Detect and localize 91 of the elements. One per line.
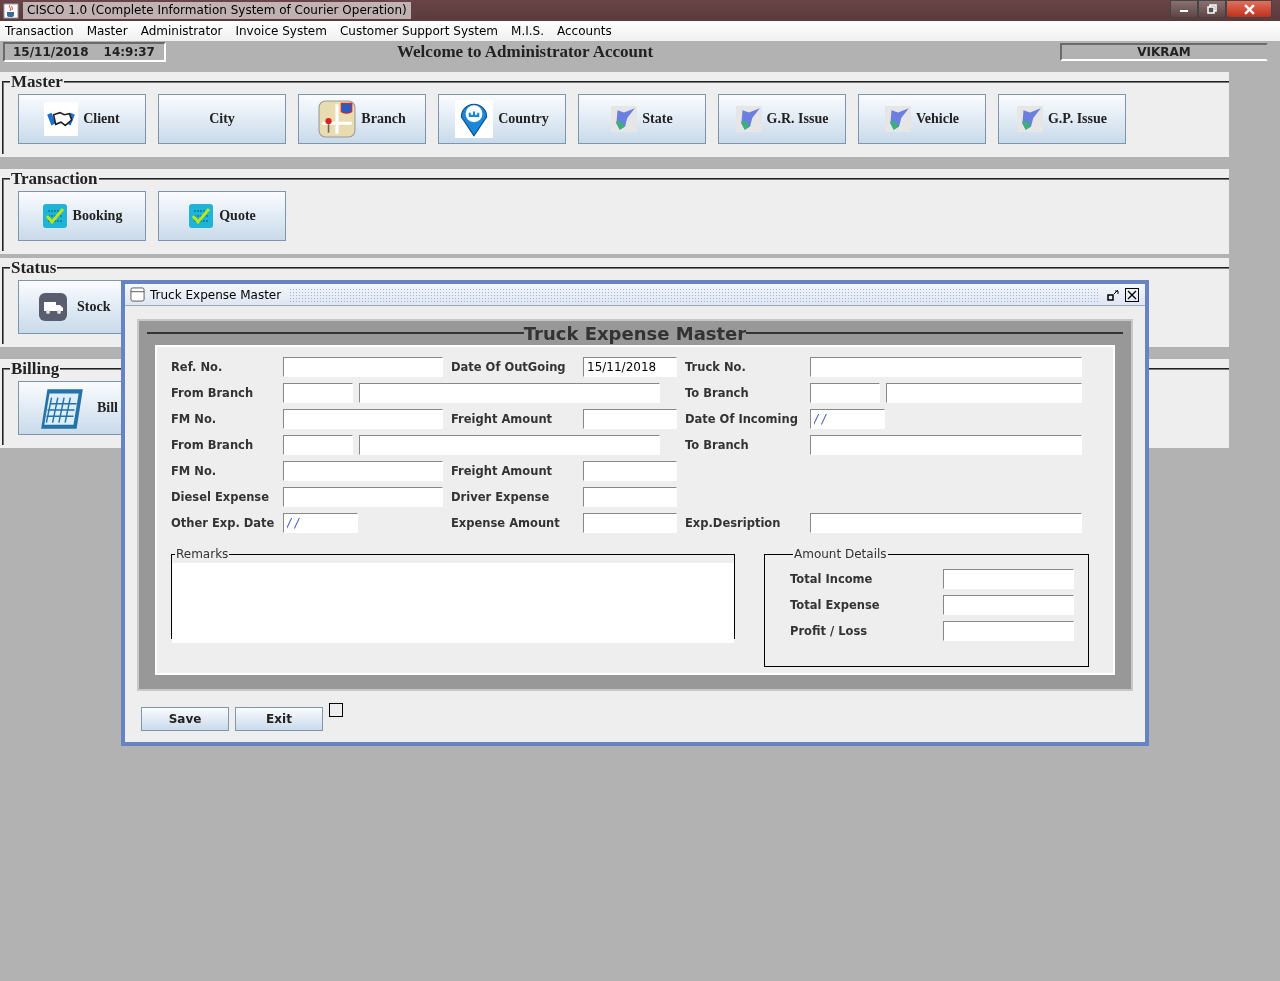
map-region-icon	[735, 106, 762, 132]
group-title: Remarks	[175, 547, 230, 561]
menu-item[interactable]: Accounts	[557, 24, 612, 38]
module-button[interactable]: G.P. Issue	[998, 94, 1126, 144]
field-label: FM No.	[171, 464, 218, 478]
field-label: Other Exp. Date	[171, 516, 276, 530]
input-field[interactable]	[359, 383, 660, 403]
action-button[interactable]: Exit	[235, 707, 323, 731]
field-label: Total Expense	[790, 598, 880, 612]
restore-button[interactable]	[1198, 0, 1226, 18]
coffee-cup-icon	[3, 2, 19, 19]
menu-item[interactable]: M.I.S.	[511, 24, 544, 38]
input-field[interactable]	[359, 435, 660, 455]
group-title: Amount Details	[793, 547, 888, 561]
input-field[interactable]	[583, 487, 677, 507]
minimize-button[interactable]	[1170, 0, 1198, 18]
module-button[interactable]: Branch	[298, 94, 426, 144]
field-label: Expense Amount	[451, 516, 561, 530]
module-button[interactable]: Quote	[158, 191, 286, 241]
field-label: Date Of Incoming	[685, 412, 799, 426]
input-field[interactable]	[283, 409, 443, 429]
restore-icon	[1207, 4, 1217, 14]
input-field[interactable]	[583, 409, 677, 429]
time-text: 14:9:37	[103, 44, 155, 59]
field-label: Ref. No.	[171, 360, 224, 374]
field-label: Profit / Loss	[790, 624, 868, 638]
input-field[interactable]	[943, 569, 1074, 589]
menu-item[interactable]: Customer Support System	[339, 24, 499, 38]
checklist-icon	[41, 203, 68, 229]
close-button[interactable]	[1226, 0, 1272, 18]
map-region-icon	[884, 106, 911, 132]
module-button[interactable]: Country	[438, 94, 566, 144]
field-label: Freight Amount	[451, 464, 554, 478]
section-title: Billing	[10, 359, 61, 379]
input-field[interactable]	[943, 621, 1074, 641]
handshake-icon	[44, 102, 79, 136]
module-button[interactable]: Vehicle	[858, 94, 986, 144]
module-button[interactable]: G.R. Issue	[718, 94, 846, 144]
map-region-icon	[1017, 106, 1043, 132]
field-label: To Branch	[685, 386, 750, 400]
field-label: From Branch	[171, 438, 255, 452]
close-icon	[1125, 287, 1139, 302]
checkbox[interactable]	[329, 703, 343, 717]
input-field[interactable]	[943, 595, 1074, 615]
input-field[interactable]	[810, 383, 880, 403]
input-field[interactable]	[283, 383, 353, 403]
restore-icon	[1107, 288, 1119, 301]
map-region-icon	[611, 106, 638, 132]
input-field[interactable]	[283, 461, 443, 481]
field-label: Diesel Expense	[171, 490, 270, 504]
menu-item[interactable]: Invoice System	[235, 24, 327, 38]
input-field[interactable]	[283, 435, 353, 455]
input-field[interactable]	[583, 461, 677, 481]
input-field[interactable]	[283, 357, 443, 377]
field-label: Freight Amount	[451, 412, 554, 426]
action-button[interactable]: Save	[141, 707, 229, 731]
section-title: Master	[10, 72, 64, 92]
section-title: Transaction	[10, 169, 99, 189]
input-field[interactable]	[283, 487, 443, 507]
checklist-icon	[188, 203, 215, 229]
section-title: Status	[10, 258, 58, 278]
window-icon	[130, 287, 145, 302]
map-icon	[318, 100, 357, 138]
field-label: Driver Expense	[451, 490, 551, 504]
input-field[interactable]	[810, 513, 1082, 533]
module-button[interactable]: Client	[18, 94, 146, 144]
input-field[interactable]	[810, 357, 1082, 377]
input-field[interactable]	[886, 383, 1082, 403]
close-button[interactable]	[1125, 287, 1139, 302]
close-icon	[1243, 3, 1255, 15]
location-pin-icon	[455, 100, 494, 138]
window-title: CISCO 1.0 (Complete Information System of Courier Operation)	[23, 2, 411, 19]
menu-item[interactable]: Master	[86, 24, 128, 38]
input-field[interactable]: 15/11/2018	[583, 357, 677, 377]
date-text: 15/11/2018	[13, 44, 89, 59]
module-button[interactable]: State	[578, 94, 706, 144]
menu-item[interactable]: Transaction	[5, 24, 74, 38]
input-field[interactable]	[583, 513, 677, 533]
welcome-heading: Welcome to Administrator Account	[397, 42, 654, 62]
truck-icon	[39, 293, 67, 321]
module-button[interactable]: Booking	[18, 191, 146, 241]
field-label: Date Of OutGoing	[451, 360, 567, 374]
field-label: Total Income	[790, 572, 873, 586]
menu-item[interactable]: Administrator	[140, 24, 223, 38]
user-name: VIKRAM	[1060, 42, 1268, 61]
field-label: Truck No.	[685, 360, 747, 374]
restore-button[interactable]	[1107, 288, 1119, 301]
field-label: To Branch	[685, 438, 750, 452]
input-field[interactable]	[810, 435, 1082, 455]
module-button[interactable]: City	[158, 94, 286, 144]
field-label: Exp.Desription	[685, 516, 782, 530]
